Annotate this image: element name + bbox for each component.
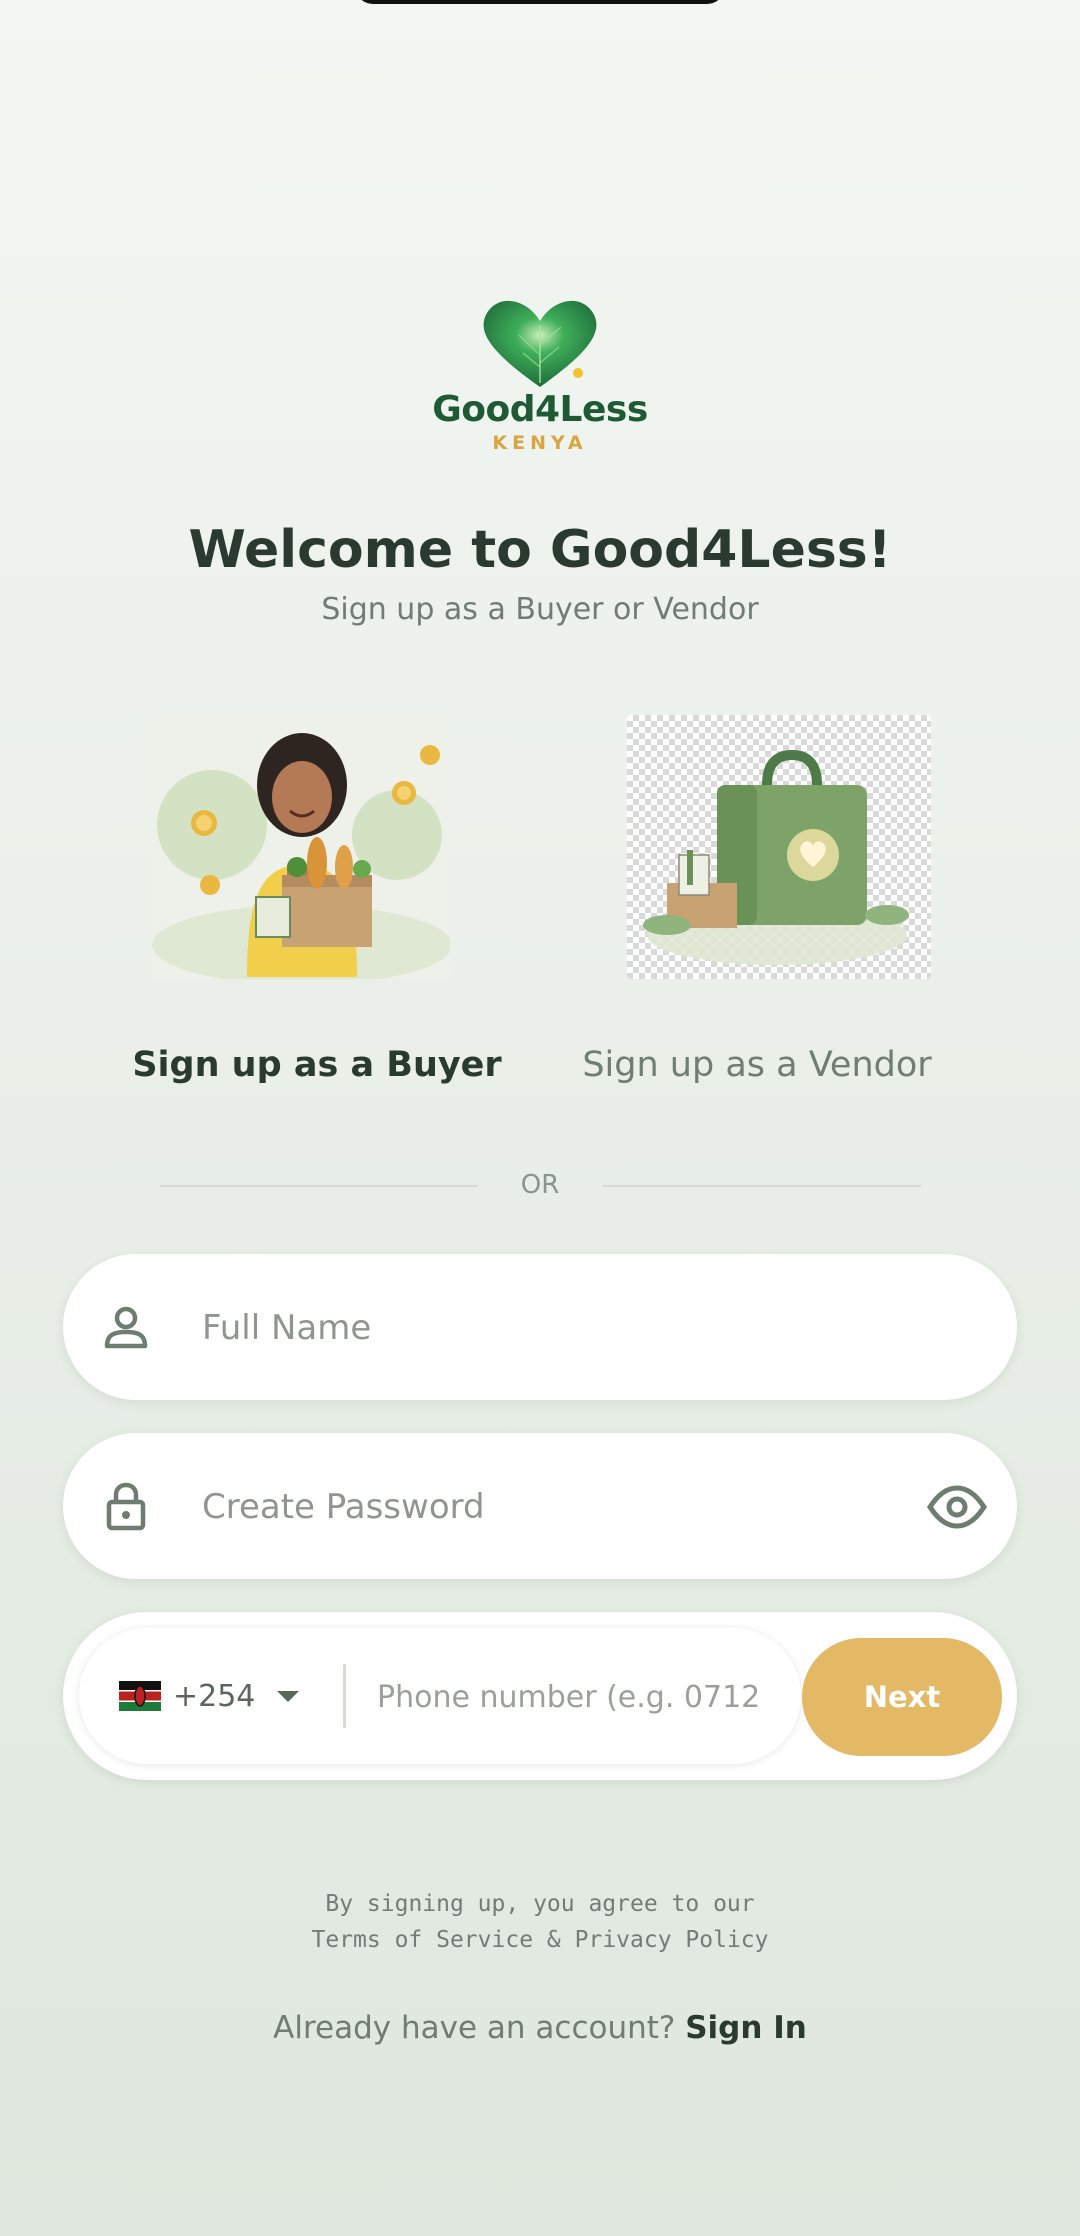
buyer-illustration[interactable]	[152, 715, 450, 979]
camera-notch	[355, 0, 725, 4]
or-divider-text: OR	[520, 1170, 560, 1200]
terms-notice: By signing up, you agree to our Terms of…	[0, 1886, 1080, 1958]
country-code-text: +254	[173, 1678, 256, 1714]
terms-of-service-link[interactable]: Terms of Service	[311, 1927, 533, 1953]
password-input[interactable]	[200, 1433, 854, 1581]
app-logo: Good4Less KENYA	[0, 295, 1080, 454]
country-code-selector[interactable]: +254	[119, 1628, 300, 1764]
page-subtitle: Sign up as a Buyer or Vendor	[321, 592, 759, 627]
kenya-flag-icon	[119, 1681, 161, 1711]
brand-country: KENYA	[492, 432, 588, 454]
heart-leaf-logo	[483, 300, 597, 387]
eye-icon[interactable]	[927, 1477, 987, 1537]
signin-prompt: Already have an account? Sign In	[0, 2010, 1080, 2046]
page-title: Welcome to Good4Less!	[188, 520, 892, 580]
divider-line-right	[603, 1185, 921, 1187]
have-account-text: Already have an account?	[273, 2010, 676, 2046]
divider-line-left	[160, 1185, 478, 1187]
person-icon	[104, 1306, 148, 1349]
full-name-input[interactable]	[200, 1254, 854, 1402]
terms-line-2: Terms of Service & Privacy Policy	[0, 1922, 1080, 1958]
full-name-field[interactable]	[63, 1254, 1017, 1402]
next-button[interactable]: Next	[802, 1638, 1002, 1756]
terms-line-1: By signing up, you agree to our	[325, 1891, 755, 1917]
password-field[interactable]	[63, 1433, 1017, 1581]
vendor-illustration[interactable]	[627, 715, 931, 979]
lock-icon	[106, 1482, 146, 1531]
phone-signup-row: +254 Next	[63, 1612, 1017, 1780]
privacy-policy-link[interactable]: Privacy Policy	[575, 1927, 769, 1953]
brand-name: Good4Less	[432, 389, 648, 430]
signup-buyer-option[interactable]: Sign up as a Buyer	[107, 1045, 527, 1085]
sign-in-link[interactable]: Sign In	[685, 2010, 807, 2046]
phone-divider	[343, 1664, 346, 1728]
terms-ampersand: &	[546, 1927, 561, 1953]
phone-input-group: +254	[79, 1628, 801, 1766]
chevron-down-icon	[277, 1690, 300, 1702]
signup-vendor-option[interactable]: Sign up as a Vendor	[547, 1045, 967, 1085]
phone-number-input[interactable]	[375, 1628, 779, 1766]
